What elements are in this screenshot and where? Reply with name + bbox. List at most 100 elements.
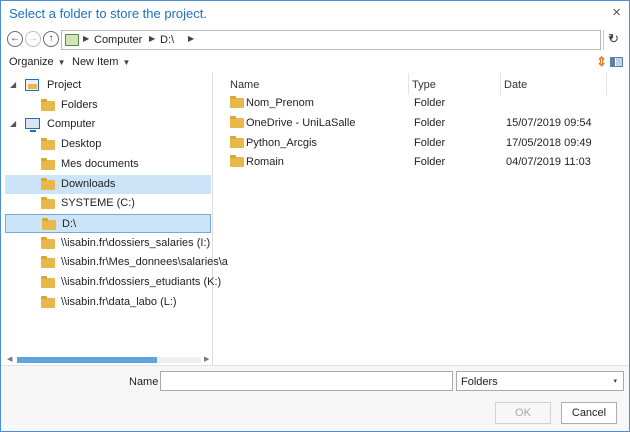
file-row[interactable]: Nom_Prenom Folder [215, 93, 625, 113]
folder-icon [230, 115, 244, 128]
new-item-menu-button[interactable]: New Item ▼ [72, 56, 130, 68]
breadcrumb-drive-d[interactable]: D:\ [160, 34, 174, 46]
tree-item[interactable]: Downloads [5, 174, 211, 194]
scroll-left-icon[interactable]: ◀ [7, 355, 12, 363]
folder-icon [41, 138, 55, 151]
tree-item[interactable]: Mes documents [5, 155, 211, 174]
tree-item-label: \\isabin.fr\dossiers_etudiants (K:) [61, 276, 222, 288]
file-name-cell: Nom_Prenom [246, 97, 314, 109]
tree-item[interactable]: \\isabin.fr\Mes_donnees\salaries\a [5, 253, 228, 272]
tree-item[interactable]: \\isabin.fr\data_labo (L:) [5, 293, 211, 312]
title-bar: Select a folder to store the project. × [1, 1, 629, 27]
tree-item[interactable]: ◢ Project [5, 76, 211, 95]
folder-type-select[interactable]: Folders ▾ [456, 371, 624, 391]
forward-arrow-icon[interactable]: → [25, 31, 41, 47]
chevron-down-icon: ▼ [122, 58, 131, 67]
file-row[interactable]: OneDrive - UniLaSalle Folder 15/07/2019 09… [215, 113, 625, 133]
breadcrumb-separator-icon[interactable]: ▶ [83, 34, 89, 43]
tree-item-label: \\isabin.fr\data_labo (L:) [61, 295, 177, 308]
tree-item-label: SYSTEME (C:) [61, 197, 135, 210]
file-date-cell: 17/05/2018 09:49 [506, 136, 592, 149]
chevron-down-icon: ▾ [613, 378, 617, 385]
file-row[interactable]: Romain Folder 04/07/2019 11:03 [215, 152, 625, 172]
folder-icon [41, 157, 55, 170]
tree-item-label: Downloads [61, 177, 116, 190]
folder-icon [41, 276, 55, 288]
folder-icon [41, 256, 55, 269]
computer-location-icon [65, 34, 79, 46]
ok-button[interactable]: OK [495, 402, 551, 424]
computer-icon [25, 118, 40, 133]
sort-icon[interactable]: ⇕ [596, 54, 607, 70]
file-type-cell: Folder [414, 116, 446, 129]
folder-icon [230, 155, 244, 168]
file-row[interactable]: Python_Arcgis Folder 17/05/2018 09:49 [215, 133, 625, 153]
organize-menu-button[interactable]: Organize ▼ [9, 56, 66, 68]
folder-icon [230, 135, 244, 148]
tree-item[interactable]: Folders [5, 96, 211, 115]
address-bar: ← → ↑ ▶ Computer ▶ D:\ ▶ ▾ ↻ [7, 30, 625, 50]
dialog-footer: Name Folders ▾ OK Cancel [1, 365, 629, 431]
tree-item-label: Desktop [61, 138, 102, 151]
file-type-cell: Folder [414, 156, 446, 169]
up-arrow-icon[interactable]: ↑ [43, 31, 59, 47]
back-arrow-icon[interactable]: ← [7, 31, 23, 47]
tree-item-label: Project [47, 79, 82, 91]
file-type-cell: Folder [414, 97, 446, 109]
navigation-pane[interactable]: ◢ Project Folders ◢ Computer Desktop Mes docum… [5, 73, 228, 365]
column-header-label: Date [504, 79, 528, 91]
file-name-cell: OneDrive - UniLaSalle [246, 116, 356, 129]
breadcrumb-computer[interactable]: Computer [94, 34, 142, 46]
folder-icon [42, 217, 56, 230]
name-input[interactable] [160, 371, 453, 391]
folder-icon [41, 236, 55, 249]
column-header-name[interactable]: Name [227, 73, 409, 95]
dialog-title: Select a folder to store the project. [9, 6, 207, 21]
command-toolbar: Organize ▼ New Item ▼ ⇕ [1, 53, 629, 73]
close-icon[interactable]: × [612, 4, 621, 21]
address-path-box[interactable]: ▶ Computer ▶ D:\ ▶ [61, 30, 601, 50]
breadcrumb-separator-icon[interactable]: ▶ [149, 34, 155, 43]
file-type-cell: Folder [414, 136, 446, 149]
tree-item[interactable]: ◢ Computer [5, 115, 211, 134]
tree-item[interactable]: \\isabin.fr\dossiers_etudiants (K:) [5, 273, 221, 292]
tree-item-label: Folders [61, 98, 98, 111]
file-name-cell: Python_Arcgis [246, 136, 317, 149]
scroll-right-icon[interactable]: ▶ [204, 355, 209, 363]
tree-item[interactable]: Desktop [5, 135, 211, 154]
file-list-pane: Name Type Date Nom_Prenom Folder OneDrive … [215, 73, 627, 365]
tree-item-label: Computer [47, 118, 96, 131]
file-date-cell: 04/07/2019 11:03 [506, 156, 591, 169]
tree-item[interactable]: SYSTEME (C:) [5, 194, 211, 213]
tree-item-label: \\isabin.fr\Mes_donnees\salaries\a [61, 256, 228, 269]
folder-icon [230, 96, 244, 108]
view-options-icon[interactable] [610, 57, 623, 67]
name-field-label: Name [129, 376, 159, 388]
expand-collapse-icon[interactable]: ◢ [10, 119, 16, 128]
column-header-label: Name [230, 79, 260, 91]
folder-icon [41, 177, 55, 190]
cancel-button[interactable]: Cancel [561, 402, 617, 424]
navigation-horizontal-scrollbar[interactable]: ◀ ▶ [5, 355, 213, 365]
new-item-label: New Item [72, 56, 119, 68]
expand-collapse-icon[interactable]: ◢ [10, 80, 16, 89]
tree-item[interactable]: D:\ [5, 213, 211, 233]
tree-item-label: \\isabin.fr\dossiers_salaries (I:) [61, 236, 211, 249]
select-folder-dialog: Select a folder to store the project. × … [0, 0, 630, 432]
tree-item-label: D:\ [62, 217, 77, 230]
file-name-cell: Romain [246, 156, 284, 169]
folder-icon [41, 197, 55, 210]
folder-icon [41, 295, 55, 308]
column-header-date[interactable]: Date [501, 73, 607, 95]
address-divider [603, 30, 604, 50]
refresh-icon[interactable]: ↻ [608, 31, 619, 47]
column-header-label: Type [412, 79, 436, 91]
scroll-track[interactable] [17, 357, 201, 363]
breadcrumb-separator-icon[interactable]: ▶ [188, 34, 194, 43]
scroll-thumb[interactable] [17, 357, 157, 363]
tree-item[interactable]: \\isabin.fr\dossiers_salaries (I:) [5, 234, 211, 253]
file-date-cell: 15/07/2019 09:54 [506, 116, 592, 129]
column-header-type[interactable]: Type [409, 73, 501, 95]
organize-label: Organize [9, 56, 54, 68]
folder-icon [41, 98, 55, 111]
